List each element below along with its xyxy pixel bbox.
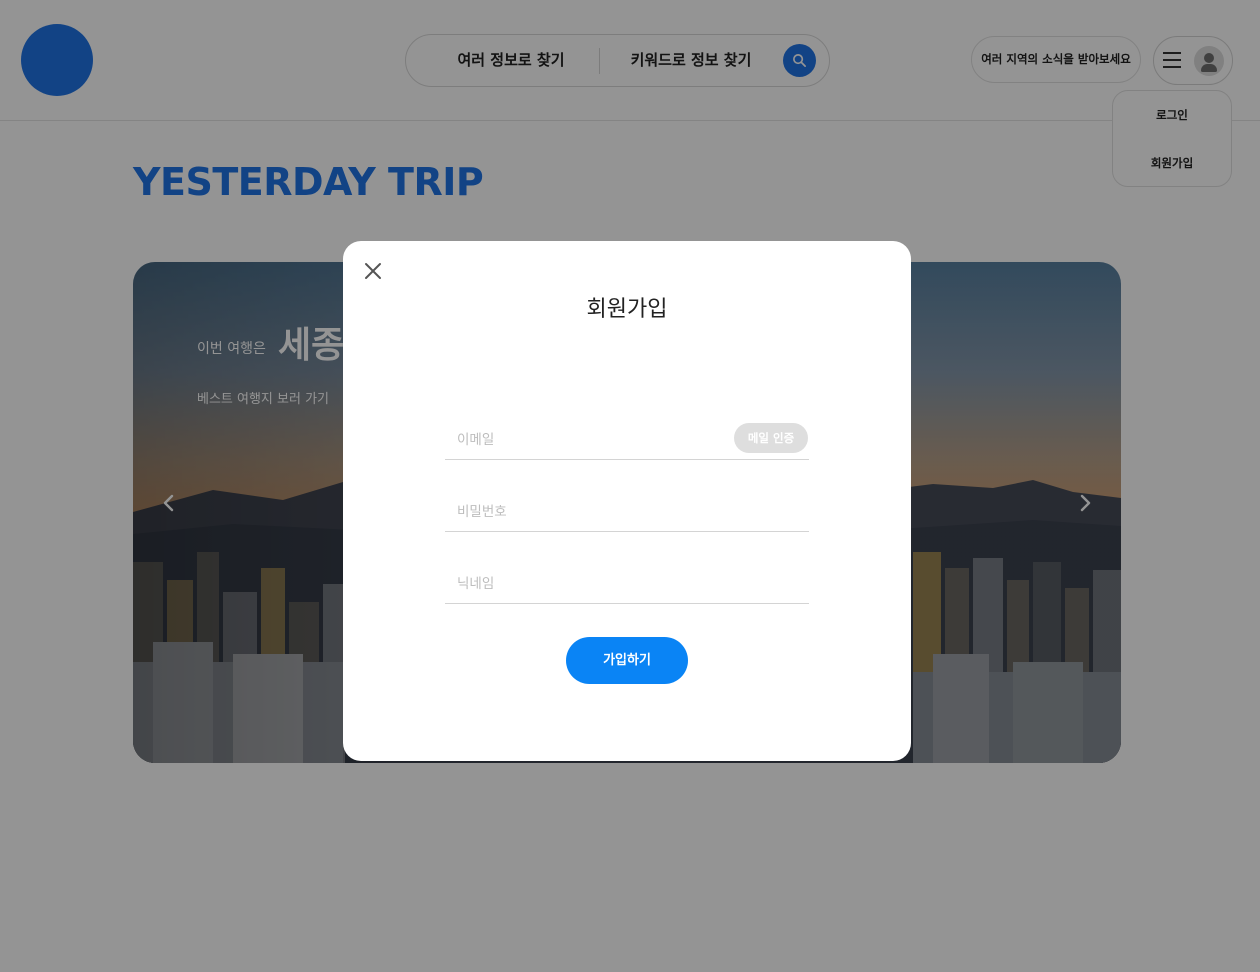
password-field-wrapper — [445, 492, 809, 532]
email-verify-button[interactable]: 메일 인증 — [734, 423, 808, 453]
email-field[interactable] — [445, 420, 725, 459]
modal-title: 회원가입 — [586, 297, 668, 322]
close-icon[interactable] — [363, 261, 383, 281]
email-field-wrapper: 메일 인증 — [445, 420, 809, 460]
password-field[interactable] — [445, 492, 809, 531]
signup-submit-button[interactable]: 가입하기 — [566, 637, 688, 684]
nickname-field-wrapper — [445, 564, 809, 604]
signup-modal: 회원가입 메일 인증 가입하기 — [343, 241, 911, 761]
nickname-field[interactable] — [445, 564, 809, 603]
